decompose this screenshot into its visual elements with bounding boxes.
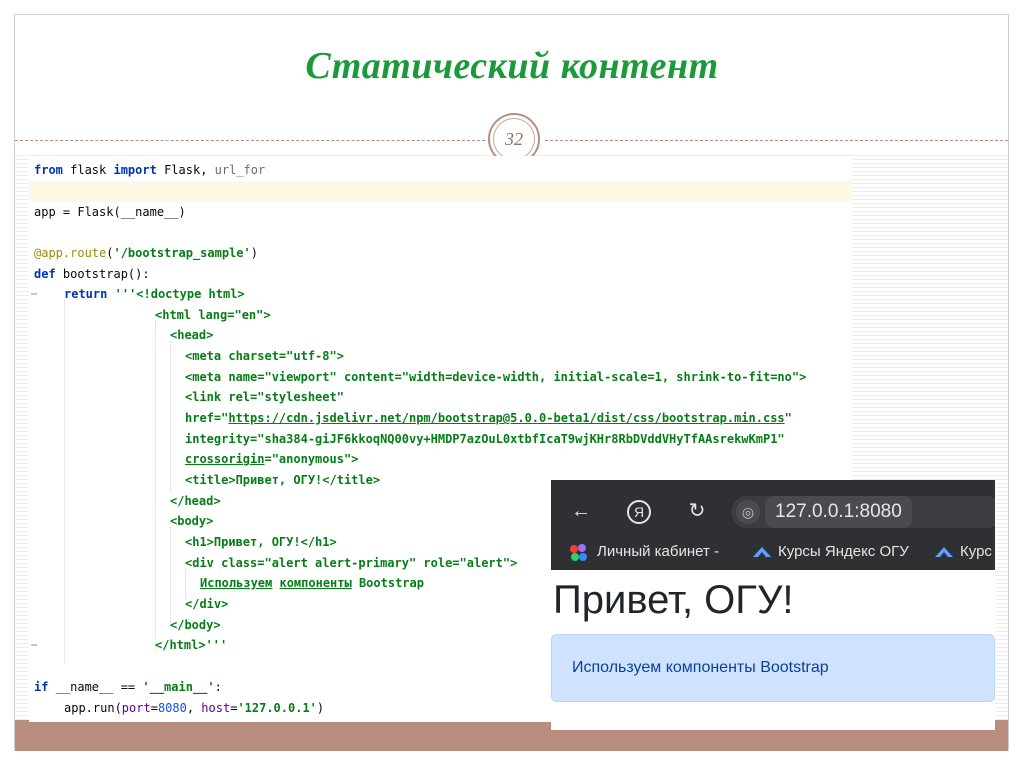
bookmark-course[interactable]: Курс (960, 543, 992, 560)
address-bar[interactable]: ◎ 127.0.0.1:8080 (731, 496, 995, 528)
divider-left (15, 140, 485, 141)
bookmark-yandex-courses-icon (753, 547, 771, 557)
code-line: def bootstrap(): (34, 267, 150, 281)
favicon-dot (570, 545, 578, 553)
divider-right (545, 140, 1008, 141)
favicon-dot (571, 553, 579, 561)
code-line: integrity="sha384-giJF6kkoqNQ00vy+HMDP7a… (185, 432, 785, 446)
code-line: return '''<!doctype html> (29, 284, 852, 305)
bookmark-personal-account[interactable]: Личный кабинет - (597, 543, 719, 560)
bookmark-course-icon (935, 547, 953, 557)
code-line: <meta charset="utf-8"> (185, 349, 344, 363)
url-text[interactable]: 127.0.0.1:8080 (765, 496, 912, 528)
alert-text: Используем компоненты Bootstrap (572, 659, 829, 676)
fold-marker[interactable] (31, 644, 37, 646)
reload-icon[interactable]: ↻ (684, 498, 710, 524)
page-heading: Привет, ОГУ! (553, 578, 794, 622)
code-line: <head> (170, 328, 214, 342)
code-line: <meta name="viewport" content="width=dev… (185, 370, 807, 384)
fold-marker[interactable] (31, 293, 37, 295)
code-line: @app.route('/bootstrap_sample') (34, 246, 258, 260)
favicon-dot (578, 544, 586, 552)
alert-primary: Используем компоненты Bootstrap (551, 634, 995, 702)
back-arrow-icon[interactable]: ← (568, 498, 594, 524)
page-number: 32 (493, 118, 535, 160)
slide-title: Статический контент (305, 45, 719, 87)
browser-toolbar: ← Я ↻ ◎ 127.0.0.1:8080 Личный кабинет - … (551, 480, 995, 570)
code-line-highlighted (29, 181, 852, 202)
globe-icon[interactable]: ◎ (736, 500, 760, 524)
browser-window: ← Я ↻ ◎ 127.0.0.1:8080 Личный кабинет - … (551, 480, 995, 730)
code-line: crossorigin="anonymous"> (185, 452, 359, 466)
code-line: <html lang="en"> (155, 308, 271, 322)
code-line: from flask import Flask, url_for (34, 163, 266, 177)
code-line: app = Flask(__name__) (34, 205, 186, 219)
bookmark-yandex-courses[interactable]: Курсы Яндекс ОГУ (778, 543, 916, 560)
favicon-dot (579, 553, 587, 561)
yandex-icon[interactable]: Я (627, 500, 651, 524)
bookmark-favicon-icon (570, 544, 590, 562)
code-line: href="https://cdn.jsdelivr.net/npm/boots… (185, 411, 792, 425)
code-line: <link rel="stylesheet" (185, 390, 344, 404)
code-link[interactable]: https://cdn.jsdelivr.net/npm/bootstrap@5… (228, 411, 784, 425)
